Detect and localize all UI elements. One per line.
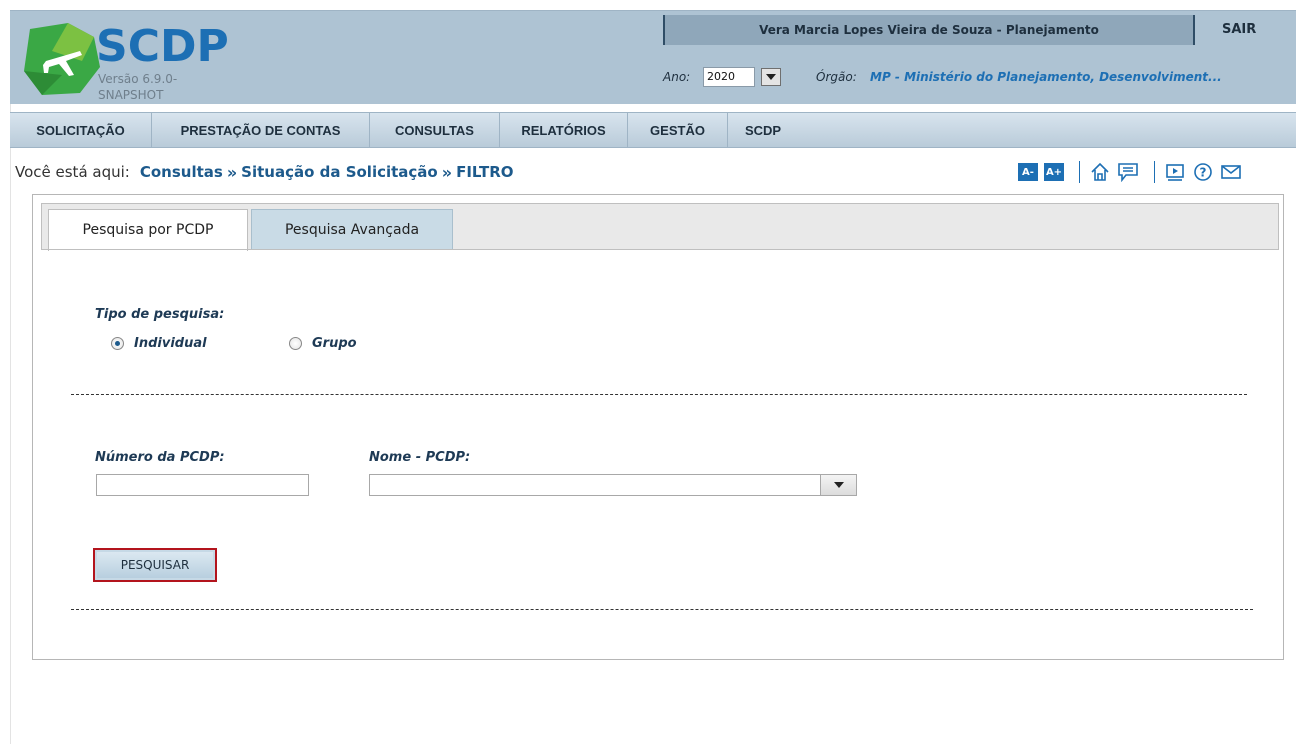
- search-button-label: PESQUISAR: [97, 552, 213, 578]
- search-type-label: Tipo de pesquisa:: [95, 307, 225, 322]
- video-icon[interactable]: [1164, 161, 1186, 183]
- radio-individual-label[interactable]: Individual: [134, 336, 207, 351]
- year-value[interactable]: 2020: [703, 67, 755, 87]
- pcdp-name-dropdown-button[interactable]: [821, 474, 857, 496]
- chat-icon[interactable]: [1117, 161, 1139, 183]
- pcdp-name-combobox[interactable]: [369, 474, 857, 496]
- menu-item-gestao[interactable]: GESTÃO: [628, 113, 728, 148]
- pcdp-number-input[interactable]: [96, 474, 309, 496]
- mail-icon[interactable]: [1220, 161, 1242, 183]
- breadcrumb-separator-icon: »: [441, 162, 453, 182]
- search-button[interactable]: PESQUISAR: [93, 548, 217, 582]
- pcdp-name-input[interactable]: [369, 474, 821, 496]
- app-logo-title: SCDP: [96, 21, 229, 72]
- breadcrumb-filtro: FILTRO: [456, 163, 514, 181]
- font-increase-button[interactable]: A+: [1044, 163, 1064, 181]
- page-left-rule: [10, 104, 11, 744]
- radio-grupo-label[interactable]: Grupo: [312, 336, 357, 351]
- app-version: Versão 6.9.0-SNAPSHOT: [98, 72, 178, 102]
- home-icon[interactable]: [1089, 161, 1111, 183]
- radio-individual[interactable]: Individual: [111, 336, 207, 351]
- breadcrumb-situacao[interactable]: Situação da Solicitação: [241, 163, 438, 181]
- pcdp-name-label: Nome - PCDP:: [369, 450, 471, 465]
- organ-value[interactable]: MP - Ministério do Planejamento, Desenvo…: [870, 70, 1222, 84]
- chevron-down-icon: [833, 482, 844, 488]
- organ-label: Órgão:: [816, 70, 857, 84]
- menu-item-relatorios[interactable]: RELATÓRIOS: [500, 113, 628, 148]
- menu-item-prestacao-de-contas[interactable]: PRESTAÇÃO DE CONTAS: [152, 113, 370, 148]
- toolbar-divider: [1154, 161, 1155, 183]
- breadcrumb-prefix: Você está aqui:: [15, 163, 130, 181]
- tab-pesquisa-por-pcdp[interactable]: Pesquisa por PCDP: [48, 209, 248, 251]
- radio-grupo-button[interactable]: [289, 337, 302, 350]
- tab-pesquisa-avancada[interactable]: Pesquisa Avançada: [251, 209, 453, 250]
- radio-individual-button[interactable]: [111, 337, 124, 350]
- menu-item-scdp[interactable]: SCDP: [728, 113, 798, 148]
- menu-item-solicitacao[interactable]: SOLICITAÇÃO: [10, 113, 152, 148]
- logout-button[interactable]: SAIR: [1222, 15, 1282, 45]
- year-dropdown-button[interactable]: [761, 68, 781, 86]
- header: SCDP Versão 6.9.0-SNAPSHOT Vera Marcia L…: [10, 10, 1296, 104]
- breadcrumb-consultas[interactable]: Consultas: [140, 163, 223, 181]
- scdp-logo-icon: [24, 23, 100, 95]
- tab-body-border: [41, 249, 1279, 250]
- main-menu: SOLICITAÇÃO PRESTAÇÃO DE CONTAS CONSULTA…: [10, 112, 1296, 148]
- tab-strip: Pesquisa por PCDP Pesquisa Avançada: [41, 203, 1279, 251]
- toolbar: A- A+ ?: [1018, 160, 1248, 184]
- menu-item-consultas[interactable]: CONSULTAS: [370, 113, 500, 148]
- divider-bottom: [71, 609, 1253, 610]
- chevron-down-icon: [766, 74, 776, 80]
- search-panel: Pesquisa por PCDP Pesquisa Avançada Tipo…: [32, 194, 1284, 660]
- svg-text:?: ?: [1200, 166, 1207, 180]
- help-icon[interactable]: ?: [1192, 161, 1214, 183]
- pcdp-number-label: Número da PCDP:: [95, 450, 225, 465]
- breadcrumb-separator-icon: »: [226, 162, 238, 182]
- year-label: Ano:: [663, 70, 691, 84]
- year-select[interactable]: 2020: [703, 66, 785, 88]
- user-name: Vera Marcia Lopes Vieira de Souza - Plan…: [663, 15, 1195, 45]
- radio-grupo[interactable]: Grupo: [289, 336, 357, 351]
- font-decrease-button[interactable]: A-: [1018, 163, 1038, 181]
- toolbar-divider: [1079, 161, 1080, 183]
- breadcrumb: Você está aqui: Consultas » Situação da …: [15, 160, 514, 184]
- divider-top: [71, 394, 1247, 395]
